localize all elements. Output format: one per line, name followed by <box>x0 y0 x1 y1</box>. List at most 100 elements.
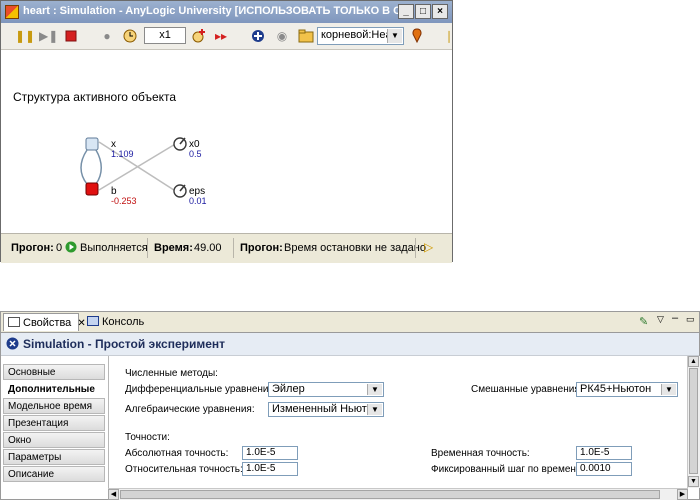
diff-equations-select[interactable]: Эйлер ▼ <box>268 382 384 397</box>
status-divider <box>233 238 234 258</box>
pause-icon[interactable]: ❚❚ <box>15 28 35 44</box>
play-arrow-icon[interactable]: ▷ <box>424 240 433 254</box>
parameter-x0-icon[interactable] <box>173 137 187 151</box>
status-divider <box>415 238 416 258</box>
anylogic-app-icon <box>5 5 19 19</box>
scroll-up-icon[interactable]: ▲ <box>688 356 699 367</box>
stop-icon[interactable] <box>63 28 79 44</box>
methods-section-title: Численные методы: <box>125 368 218 379</box>
status-bar: Прогон: 0 Выполняется Время: 49.00 Прого… <box>1 233 452 263</box>
close-button[interactable]: × <box>432 4 448 19</box>
folder-icon[interactable] <box>298 28 314 44</box>
tab-console-label: Консоль <box>102 316 145 328</box>
accuracy-section-title: Точности: <box>125 432 170 443</box>
properties-sidebar: Основные Дополнительные Модельное время … <box>1 356 107 488</box>
fast-forward-icon[interactable]: ▸▸ <box>213 28 229 44</box>
parameter-eps-icon[interactable] <box>173 184 187 198</box>
stock-x-icon[interactable] <box>85 137 99 151</box>
pin-icon[interactable]: ✎ <box>639 315 648 328</box>
properties-panel: Свойства ✕ Консоль ✎ ▽ – ▭ Simulation - … <box>0 311 700 500</box>
alg-equations-value: Измененный Ньютон <box>272 403 379 415</box>
fixed-step-input[interactable]: 0.0010 <box>576 462 632 476</box>
status-divider <box>147 238 148 258</box>
simulation-toolbar: ❚❚ ▶❚ ● x1 ▸▸ ◉ корневой:Heart ▼ ❘ <box>1 23 454 50</box>
run-label: Прогон: <box>11 242 54 254</box>
scroll-left-icon[interactable]: ◀ <box>108 489 119 500</box>
run-value: 0 <box>56 242 63 254</box>
window-title: heart : Simulation - AnyLogic University… <box>23 5 403 17</box>
simulation-window: heart : Simulation - AnyLogic University… <box>0 0 454 263</box>
properties-title: Simulation - Простой эксперимент <box>23 337 226 351</box>
node-x0-value: 0.5 <box>189 149 202 159</box>
diff-equations-value: Эйлер <box>272 383 305 395</box>
sidebar-item-parameters[interactable]: Параметры <box>3 449 105 465</box>
root-object-combo[interactable]: корневой:Heart ▼ <box>317 27 404 45</box>
sidebar-item-model-time[interactable]: Модельное время <box>3 398 105 414</box>
horizontal-scrollbar[interactable]: ◀ ▶ <box>108 488 688 500</box>
time-value: 49.00 <box>194 242 222 254</box>
horizontal-scroll-thumb[interactable] <box>120 490 660 499</box>
diff-equations-label: Дифференциальные уравнения: <box>125 384 277 395</box>
console-icon <box>87 316 99 326</box>
time-accuracy-input[interactable]: 1.0E-5 <box>576 446 632 460</box>
running-status: Выполняется <box>80 242 148 254</box>
rel-accuracy-label: Относительная точность: <box>125 464 243 475</box>
run2-label: Прогон: <box>240 242 283 254</box>
node-b-value: -0.253 <box>111 196 137 206</box>
model-canvas: Структура активного объекта x 1.109 b -0… <box>1 50 452 233</box>
tab-properties-label: Свойства <box>23 317 72 329</box>
fixed-step-label: Фиксированный шаг по времени: <box>431 464 585 475</box>
abs-accuracy-label: Абсолютная точность: <box>125 448 229 459</box>
sidebar-item-presentation[interactable]: Презентация <box>3 415 105 431</box>
run-until-icon[interactable]: ● <box>99 28 115 44</box>
chevron-down-icon[interactable]: ▼ <box>367 384 382 395</box>
tab-properties[interactable]: Свойства ✕ <box>3 313 86 331</box>
abs-accuracy-input[interactable]: 1.0E-5 <box>242 446 298 460</box>
structure-diagram <box>80 137 187 198</box>
speed-field[interactable]: x1 <box>144 27 186 44</box>
time-accuracy-label: Временная точность: <box>431 448 530 459</box>
flow-x-to-b <box>80 149 88 185</box>
node-eps-value: 0.01 <box>189 196 207 206</box>
sidebar-item-advanced[interactable]: Дополнительные <box>3 381 105 397</box>
stock-b-icon[interactable] <box>85 182 99 196</box>
maximize-button[interactable]: □ <box>415 4 431 19</box>
map-pin-icon[interactable] <box>409 28 425 44</box>
time-label: Время: <box>154 242 193 254</box>
navigate-icon[interactable] <box>250 28 266 44</box>
flow-b-to-x <box>95 149 102 185</box>
alg-equations-label: Алгебраические уравнения: <box>125 404 255 415</box>
sidebar-item-window[interactable]: Окно <box>3 432 105 448</box>
tab-console[interactable]: Консоль <box>83 313 145 331</box>
experiment-icon <box>6 337 19 353</box>
scroll-down-icon[interactable]: ▼ <box>688 476 699 487</box>
chevron-down-icon[interactable]: ▼ <box>661 384 676 395</box>
sidebar-item-description[interactable]: Описание <box>3 466 105 482</box>
minimize-button[interactable]: _ <box>398 4 414 19</box>
clock-icon[interactable] <box>122 28 138 44</box>
chevron-down-icon[interactable]: ▼ <box>387 29 402 43</box>
scroll-right-icon[interactable]: ▶ <box>677 489 688 500</box>
step-icon[interactable]: ▶❚ <box>39 28 58 44</box>
mixed-equations-label: Смешанные уравнения: <box>471 384 583 395</box>
view-menu-icon[interactable]: ▽ <box>657 314 664 325</box>
advanced-settings: Численные методы: Дифференциальные уравн… <box>108 356 689 488</box>
speed-up-icon[interactable] <box>191 28 207 44</box>
rel-accuracy-input[interactable]: 1.0E-5 <box>242 462 298 476</box>
more-toolbar-icon[interactable]: ❘ <box>441 28 457 44</box>
properties-header: Simulation - Простой эксперимент <box>1 333 699 356</box>
vertical-scrollbar[interactable]: ▲ ▼ <box>687 356 700 488</box>
camera-icon[interactable]: ◉ <box>274 28 290 44</box>
node-x-value: 1.109 <box>111 149 134 159</box>
sidebar-item-basic[interactable]: Основные <box>3 364 105 380</box>
window-titlebar[interactable]: heart : Simulation - AnyLogic University… <box>1 1 452 23</box>
running-play-icon <box>65 241 77 256</box>
panel-tabs: Свойства ✕ Консоль ✎ ▽ – ▭ <box>1 312 699 333</box>
alg-equations-select[interactable]: Измененный Ньютон ▼ <box>268 402 384 417</box>
minimize-view-icon[interactable]: – <box>672 312 678 324</box>
maximize-view-icon[interactable]: ▭ <box>686 314 695 325</box>
mixed-equations-select[interactable]: РК45+Ньютон ▼ <box>576 382 678 397</box>
chevron-down-icon[interactable]: ▼ <box>367 404 382 415</box>
vertical-scroll-thumb[interactable] <box>689 368 698 474</box>
properties-icon <box>8 317 20 327</box>
